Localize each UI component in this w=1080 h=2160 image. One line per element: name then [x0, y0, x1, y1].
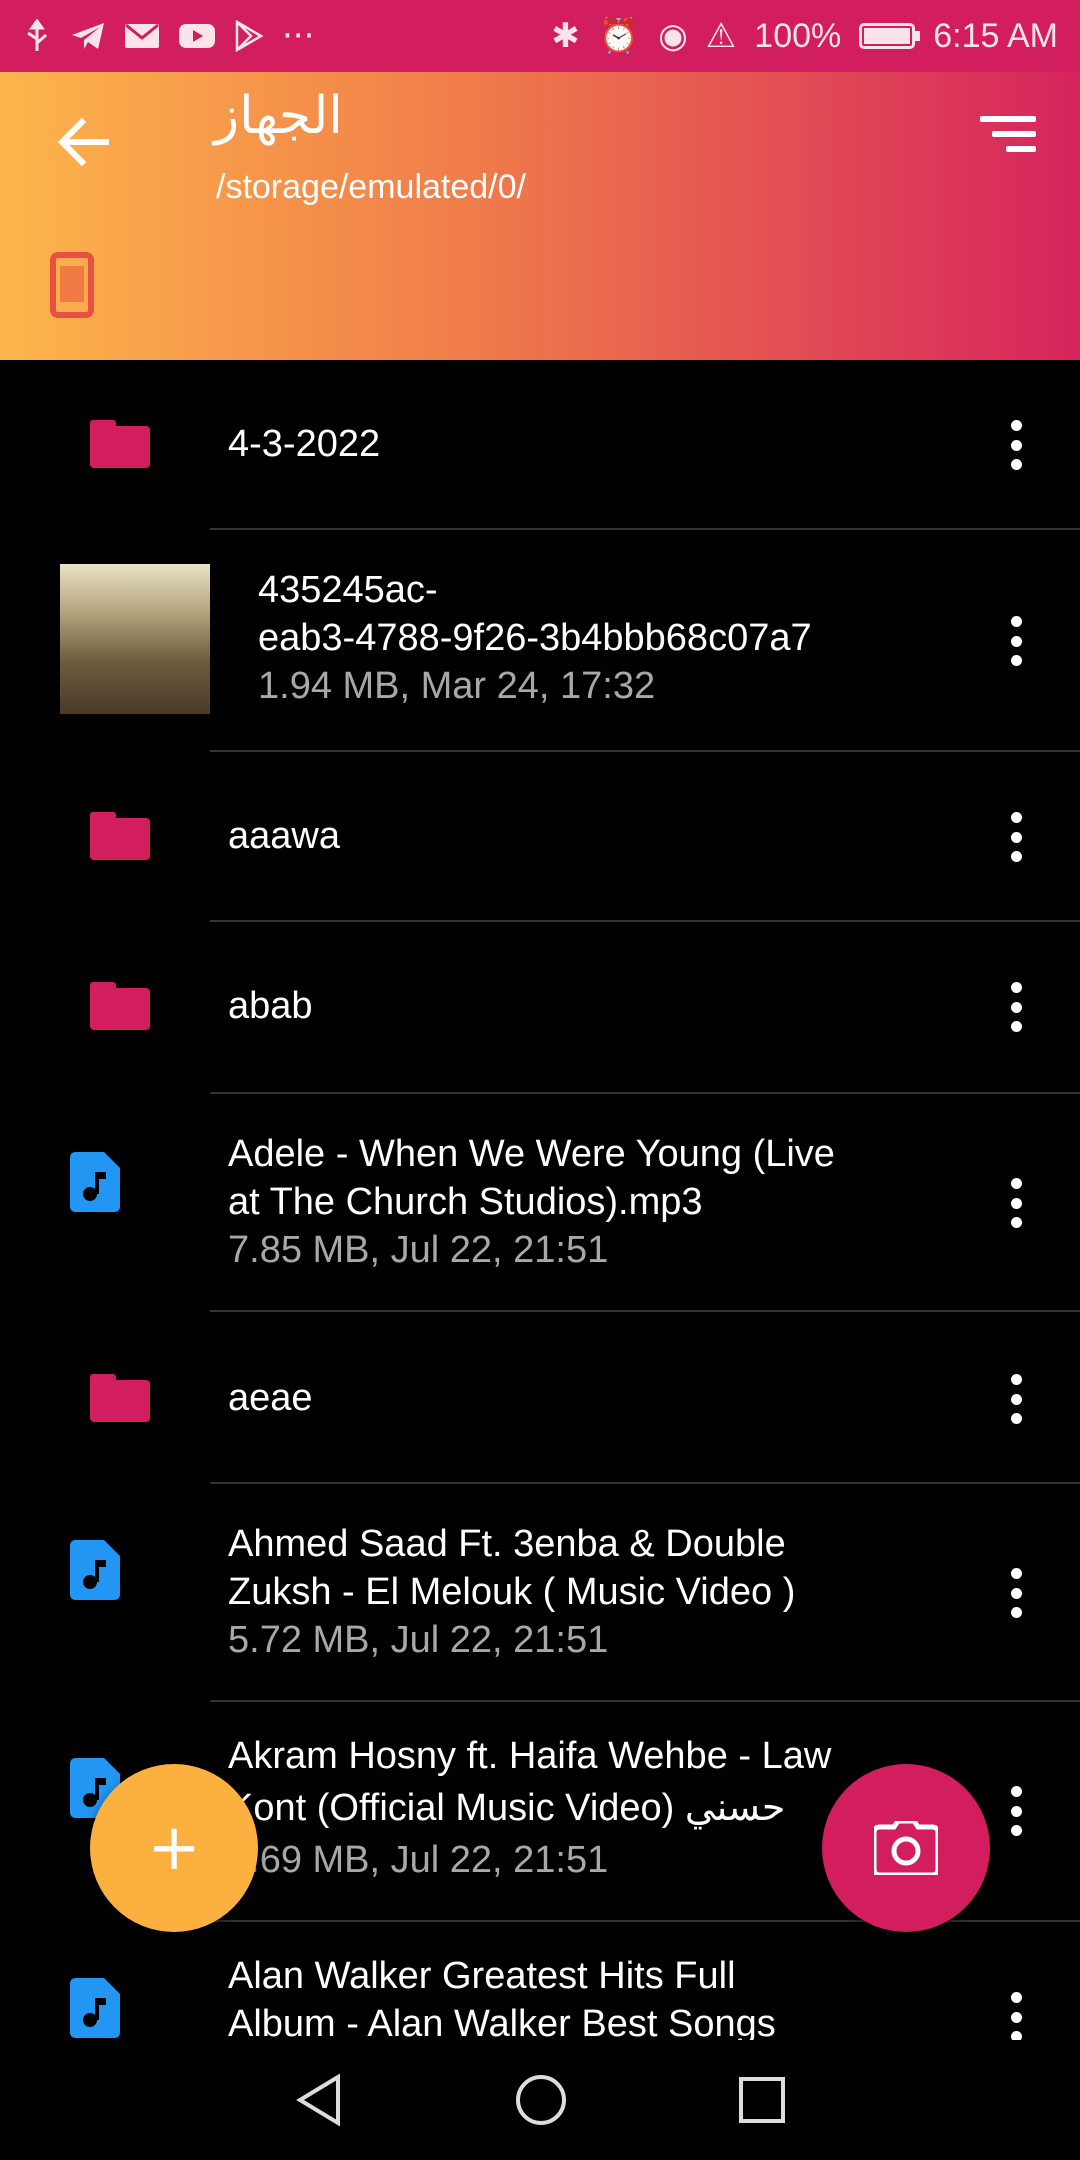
file-name-line1: Alan Walker Greatest Hits Full	[228, 1955, 736, 1997]
usb-icon	[27, 19, 47, 51]
youtube-icon	[179, 24, 215, 48]
battery-icon	[859, 23, 921, 49]
status-bar-notifications: ···	[22, 16, 314, 56]
more-options-button[interactable]	[1006, 1992, 1026, 2040]
telegram-icon	[72, 23, 104, 49]
folder-icon	[90, 420, 150, 468]
more-options-button[interactable]	[1006, 420, 1026, 470]
battery-percent: 100%	[754, 16, 842, 55]
camera-button[interactable]	[822, 1764, 990, 1932]
current-path: /storage/emulated/0/	[216, 168, 526, 206]
file-name-line2: Album - Alan Walker Best Songs	[228, 2003, 776, 2040]
system-nav-bar	[0, 2040, 1080, 2160]
more-options-button[interactable]	[1006, 1568, 1026, 1618]
list-item[interactable]: Ahmed Saad Ft. 3enba & Double Zuksh - El…	[0, 1484, 1080, 1702]
add-button[interactable]: +	[90, 1764, 258, 1932]
header: الجهاز /storage/emulated/0/	[0, 72, 1080, 360]
list-item[interactable]: Alan Walker Greatest Hits Full Album - A…	[0, 1922, 1080, 2040]
more-options-button[interactable]	[1006, 1178, 1026, 1228]
file-meta: 1.94 MB, Mar 24, 17:32	[258, 665, 656, 707]
list-item[interactable]: abab	[0, 922, 1080, 1094]
file-name-line1: 435245ac-	[258, 569, 438, 611]
more-options-button[interactable]	[1006, 1374, 1026, 1424]
more-options-button[interactable]	[1006, 616, 1026, 666]
list-item[interactable]: 4-3-2022	[0, 360, 1080, 530]
file-name-line1: Akram Hosny ft. Haifa Wehbe - Law	[228, 1735, 832, 1777]
file-name-line2: at The Church Studios).mp3	[228, 1181, 703, 1223]
folder-icon	[90, 1374, 150, 1422]
eye-comfort-icon: ◉	[658, 16, 688, 56]
arrow-left-icon[interactable]	[54, 112, 114, 172]
camera-icon	[874, 1821, 938, 1875]
file-name-line1: Adele - When We Were Young (Live	[228, 1133, 835, 1175]
more-options-button[interactable]	[1006, 982, 1026, 1032]
music-file-icon	[70, 1978, 120, 2038]
nav-home-icon[interactable]	[514, 2073, 568, 2127]
play-store-icon	[235, 20, 264, 52]
gmail-icon	[125, 23, 159, 48]
more-options-button[interactable]	[1006, 812, 1026, 862]
more-notifications: ···	[282, 16, 315, 56]
file-name-line2: Kont (Official Music Video) حسني	[228, 1787, 786, 1829]
file-name: 4-3-2022	[228, 423, 381, 465]
plus-icon: +	[147, 1811, 201, 1885]
file-name: aeae	[228, 1377, 313, 1419]
status-bar: ··· ✱ ⏰ ◉ ⚠ 100% 6:15 AM	[0, 0, 1080, 72]
list-item[interactable]: 435245ac- eab3-4788-9f26-3b4bbb68c07a7 1…	[0, 530, 1080, 752]
folder-icon	[90, 982, 150, 1030]
clock: 6:15 AM	[933, 16, 1058, 55]
bluetooth-icon: ✱	[551, 16, 580, 56]
phone-icon[interactable]	[50, 252, 94, 318]
more-options-button[interactable]	[1006, 1786, 1026, 1836]
list-item[interactable]: aaawa	[0, 752, 1080, 922]
file-name-line1: Ahmed Saad Ft. 3enba & Double	[228, 1523, 786, 1565]
file-name: abab	[228, 985, 313, 1027]
alert-icon: ⚠	[705, 16, 737, 56]
folder-icon	[90, 812, 150, 860]
nav-recents-icon[interactable]	[738, 2076, 786, 2124]
file-name-line2: eab3-4788-9f26-3b4bbb68c07a7	[258, 617, 812, 659]
music-file-icon	[70, 1152, 120, 1212]
file-meta: 7.85 MB, Jul 22, 21:51	[228, 1229, 609, 1271]
page-title: الجهاز	[214, 87, 343, 145]
file-meta: 3.69 MB, Jul 22, 21:51	[228, 1839, 609, 1881]
music-file-icon	[70, 1540, 120, 1600]
list-item[interactable]: Adele - When We Were Young (Live at The …	[0, 1094, 1080, 1312]
nav-back-icon[interactable]	[294, 2073, 344, 2127]
alarm-icon: ⏰	[597, 16, 641, 56]
sort-icon[interactable]	[976, 116, 1036, 166]
file-meta: 5.72 MB, Jul 22, 21:51	[228, 1619, 609, 1661]
file-name: aaawa	[228, 815, 340, 857]
file-name-line2: Zuksh - El Melouk ( Music Video )	[228, 1571, 796, 1613]
list-item[interactable]: aeae	[0, 1312, 1080, 1484]
image-thumbnail	[60, 564, 210, 714]
status-bar-system: ✱ ⏰ ◉ ⚠ 100% 6:15 AM	[551, 16, 1058, 56]
